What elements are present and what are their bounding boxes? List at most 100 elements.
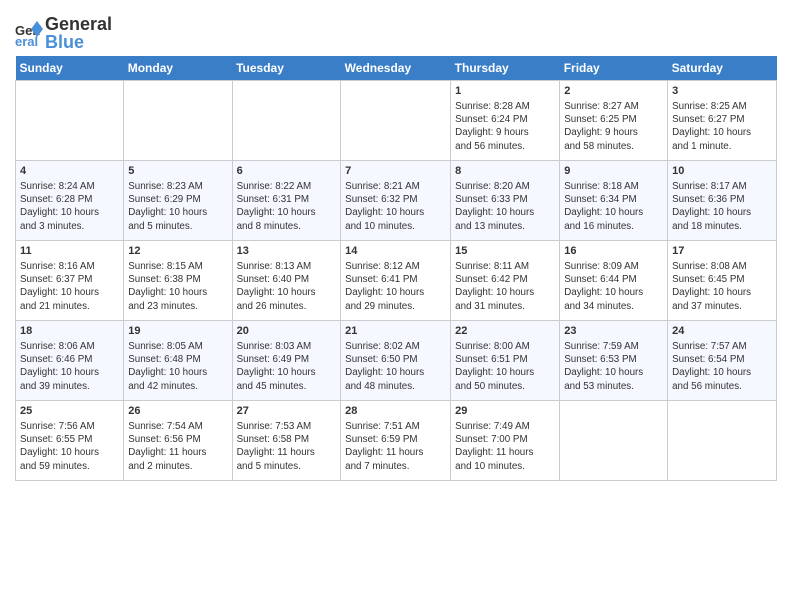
calendar-day-cell: 11Sunrise: 8:16 AM Sunset: 6:37 PM Dayli… bbox=[16, 241, 124, 321]
day-info: Sunrise: 8:02 AM Sunset: 6:50 PM Dayligh… bbox=[345, 340, 446, 393]
day-info: Sunrise: 8:06 AM Sunset: 6:46 PM Dayligh… bbox=[20, 340, 119, 393]
calendar-week-row: 25Sunrise: 7:56 AM Sunset: 6:55 PM Dayli… bbox=[16, 401, 777, 481]
logo-text: GeneralBlue bbox=[45, 15, 112, 51]
day-number: 7 bbox=[345, 164, 446, 179]
day-info: Sunrise: 8:28 AM Sunset: 6:24 PM Dayligh… bbox=[455, 100, 555, 153]
day-info: Sunrise: 8:18 AM Sunset: 6:34 PM Dayligh… bbox=[564, 180, 663, 233]
calendar-week-row: 4Sunrise: 8:24 AM Sunset: 6:28 PM Daylig… bbox=[16, 161, 777, 241]
day-info: Sunrise: 8:22 AM Sunset: 6:31 PM Dayligh… bbox=[237, 180, 337, 233]
weekday-header-cell: Saturday bbox=[668, 56, 777, 81]
day-number: 6 bbox=[237, 164, 337, 179]
day-info: Sunrise: 8:24 AM Sunset: 6:28 PM Dayligh… bbox=[20, 180, 119, 233]
weekday-header-cell: Thursday bbox=[451, 56, 560, 81]
calendar-day-cell bbox=[124, 81, 232, 161]
day-number: 23 bbox=[564, 324, 663, 339]
calendar-day-cell: 2Sunrise: 8:27 AM Sunset: 6:25 PM Daylig… bbox=[560, 81, 668, 161]
calendar-week-row: 11Sunrise: 8:16 AM Sunset: 6:37 PM Dayli… bbox=[16, 241, 777, 321]
weekday-header-cell: Monday bbox=[124, 56, 232, 81]
day-number: 13 bbox=[237, 244, 337, 259]
day-number: 1 bbox=[455, 84, 555, 99]
day-info: Sunrise: 8:08 AM Sunset: 6:45 PM Dayligh… bbox=[672, 260, 772, 313]
day-info: Sunrise: 7:49 AM Sunset: 7:00 PM Dayligh… bbox=[455, 420, 555, 473]
calendar-table: SundayMondayTuesdayWednesdayThursdayFrid… bbox=[15, 56, 777, 481]
day-info: Sunrise: 7:51 AM Sunset: 6:59 PM Dayligh… bbox=[345, 420, 446, 473]
day-number: 28 bbox=[345, 404, 446, 419]
day-number: 22 bbox=[455, 324, 555, 339]
calendar-day-cell bbox=[232, 81, 341, 161]
calendar-day-cell: 17Sunrise: 8:08 AM Sunset: 6:45 PM Dayli… bbox=[668, 241, 777, 321]
day-info: Sunrise: 8:23 AM Sunset: 6:29 PM Dayligh… bbox=[128, 180, 227, 233]
weekday-header-cell: Tuesday bbox=[232, 56, 341, 81]
day-number: 27 bbox=[237, 404, 337, 419]
day-number: 4 bbox=[20, 164, 119, 179]
svg-text:eral: eral bbox=[15, 34, 38, 47]
calendar-day-cell: 6Sunrise: 8:22 AM Sunset: 6:31 PM Daylig… bbox=[232, 161, 341, 241]
day-number: 10 bbox=[672, 164, 772, 179]
day-number: 15 bbox=[455, 244, 555, 259]
calendar-day-cell: 26Sunrise: 7:54 AM Sunset: 6:56 PM Dayli… bbox=[124, 401, 232, 481]
calendar-day-cell: 12Sunrise: 8:15 AM Sunset: 6:38 PM Dayli… bbox=[124, 241, 232, 321]
calendar-day-cell: 29Sunrise: 7:49 AM Sunset: 7:00 PM Dayli… bbox=[451, 401, 560, 481]
calendar-day-cell: 20Sunrise: 8:03 AM Sunset: 6:49 PM Dayli… bbox=[232, 321, 341, 401]
day-info: Sunrise: 7:56 AM Sunset: 6:55 PM Dayligh… bbox=[20, 420, 119, 473]
calendar-day-cell: 23Sunrise: 7:59 AM Sunset: 6:53 PM Dayli… bbox=[560, 321, 668, 401]
calendar-day-cell bbox=[16, 81, 124, 161]
day-info: Sunrise: 8:25 AM Sunset: 6:27 PM Dayligh… bbox=[672, 100, 772, 153]
day-number: 11 bbox=[20, 244, 119, 259]
day-number: 21 bbox=[345, 324, 446, 339]
logo-icon: Gen eral bbox=[15, 19, 43, 47]
weekday-header-cell: Sunday bbox=[16, 56, 124, 81]
day-number: 5 bbox=[128, 164, 227, 179]
day-info: Sunrise: 8:17 AM Sunset: 6:36 PM Dayligh… bbox=[672, 180, 772, 233]
day-info: Sunrise: 7:53 AM Sunset: 6:58 PM Dayligh… bbox=[237, 420, 337, 473]
calendar-week-row: 18Sunrise: 8:06 AM Sunset: 6:46 PM Dayli… bbox=[16, 321, 777, 401]
calendar-day-cell: 24Sunrise: 7:57 AM Sunset: 6:54 PM Dayli… bbox=[668, 321, 777, 401]
day-info: Sunrise: 8:15 AM Sunset: 6:38 PM Dayligh… bbox=[128, 260, 227, 313]
calendar-day-cell: 8Sunrise: 8:20 AM Sunset: 6:33 PM Daylig… bbox=[451, 161, 560, 241]
calendar-day-cell: 14Sunrise: 8:12 AM Sunset: 6:41 PM Dayli… bbox=[341, 241, 451, 321]
day-number: 19 bbox=[128, 324, 227, 339]
day-number: 25 bbox=[20, 404, 119, 419]
calendar-body: 1Sunrise: 8:28 AM Sunset: 6:24 PM Daylig… bbox=[16, 81, 777, 481]
day-info: Sunrise: 8:20 AM Sunset: 6:33 PM Dayligh… bbox=[455, 180, 555, 233]
calendar-day-cell: 27Sunrise: 7:53 AM Sunset: 6:58 PM Dayli… bbox=[232, 401, 341, 481]
day-info: Sunrise: 8:00 AM Sunset: 6:51 PM Dayligh… bbox=[455, 340, 555, 393]
logo: Gen eral GeneralBlue bbox=[15, 15, 112, 51]
day-number: 17 bbox=[672, 244, 772, 259]
calendar-day-cell: 4Sunrise: 8:24 AM Sunset: 6:28 PM Daylig… bbox=[16, 161, 124, 241]
weekday-header-cell: Wednesday bbox=[341, 56, 451, 81]
day-number: 18 bbox=[20, 324, 119, 339]
day-info: Sunrise: 7:57 AM Sunset: 6:54 PM Dayligh… bbox=[672, 340, 772, 393]
calendar-day-cell: 15Sunrise: 8:11 AM Sunset: 6:42 PM Dayli… bbox=[451, 241, 560, 321]
day-info: Sunrise: 7:54 AM Sunset: 6:56 PM Dayligh… bbox=[128, 420, 227, 473]
calendar-day-cell: 16Sunrise: 8:09 AM Sunset: 6:44 PM Dayli… bbox=[560, 241, 668, 321]
day-info: Sunrise: 8:21 AM Sunset: 6:32 PM Dayligh… bbox=[345, 180, 446, 233]
calendar-day-cell: 21Sunrise: 8:02 AM Sunset: 6:50 PM Dayli… bbox=[341, 321, 451, 401]
day-info: Sunrise: 7:59 AM Sunset: 6:53 PM Dayligh… bbox=[564, 340, 663, 393]
calendar-day-cell: 18Sunrise: 8:06 AM Sunset: 6:46 PM Dayli… bbox=[16, 321, 124, 401]
calendar-week-row: 1Sunrise: 8:28 AM Sunset: 6:24 PM Daylig… bbox=[16, 81, 777, 161]
day-info: Sunrise: 8:09 AM Sunset: 6:44 PM Dayligh… bbox=[564, 260, 663, 313]
day-number: 12 bbox=[128, 244, 227, 259]
day-info: Sunrise: 8:12 AM Sunset: 6:41 PM Dayligh… bbox=[345, 260, 446, 313]
calendar-day-cell: 13Sunrise: 8:13 AM Sunset: 6:40 PM Dayli… bbox=[232, 241, 341, 321]
header-section: Gen eral GeneralBlue bbox=[15, 10, 777, 51]
calendar-day-cell: 3Sunrise: 8:25 AM Sunset: 6:27 PM Daylig… bbox=[668, 81, 777, 161]
calendar-day-cell bbox=[341, 81, 451, 161]
weekday-header-row: SundayMondayTuesdayWednesdayThursdayFrid… bbox=[16, 56, 777, 81]
calendar-day-cell: 1Sunrise: 8:28 AM Sunset: 6:24 PM Daylig… bbox=[451, 81, 560, 161]
calendar-day-cell bbox=[560, 401, 668, 481]
day-number: 9 bbox=[564, 164, 663, 179]
day-info: Sunrise: 8:05 AM Sunset: 6:48 PM Dayligh… bbox=[128, 340, 227, 393]
day-info: Sunrise: 8:27 AM Sunset: 6:25 PM Dayligh… bbox=[564, 100, 663, 153]
calendar-day-cell bbox=[668, 401, 777, 481]
calendar-day-cell: 19Sunrise: 8:05 AM Sunset: 6:48 PM Dayli… bbox=[124, 321, 232, 401]
calendar-day-cell: 22Sunrise: 8:00 AM Sunset: 6:51 PM Dayli… bbox=[451, 321, 560, 401]
day-number: 24 bbox=[672, 324, 772, 339]
day-number: 14 bbox=[345, 244, 446, 259]
day-number: 29 bbox=[455, 404, 555, 419]
day-info: Sunrise: 8:11 AM Sunset: 6:42 PM Dayligh… bbox=[455, 260, 555, 313]
calendar-day-cell: 9Sunrise: 8:18 AM Sunset: 6:34 PM Daylig… bbox=[560, 161, 668, 241]
day-number: 20 bbox=[237, 324, 337, 339]
day-number: 2 bbox=[564, 84, 663, 99]
